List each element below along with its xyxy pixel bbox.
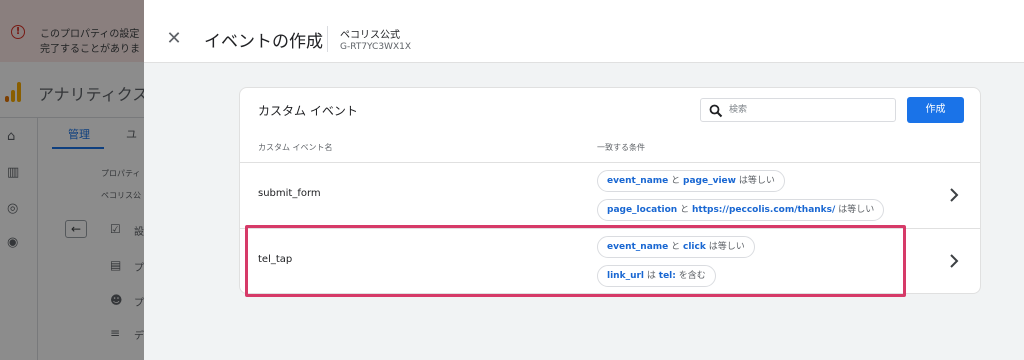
search-input[interactable] [729, 102, 889, 118]
column-header-name: カスタム イベント名 [258, 143, 333, 152]
column-header-conditions: 一致する条件 [597, 143, 645, 152]
close-icon[interactable]: ✕ [164, 29, 184, 49]
search-icon [709, 104, 723, 118]
table-row[interactable]: submit_form event_name と page_view は等しい … [240, 162, 980, 228]
condition-chip: event_name と page_view は等しい [597, 170, 785, 192]
panel-header: ✕ イベントの作成 ペコリス公式 G-RT7YC3WX1X [144, 0, 1024, 63]
highlight-box [245, 225, 906, 297]
property-id: G-RT7YC3WX1X [340, 42, 412, 52]
chevron-right-icon[interactable] [948, 187, 960, 203]
card-title: カスタム イベント [258, 104, 358, 118]
create-event-panel: ✕ イベントの作成 ペコリス公式 G-RT7YC3WX1X カスタム イベント … [144, 0, 1024, 360]
event-name: submit_form [258, 188, 321, 199]
chevron-right-icon[interactable] [948, 253, 960, 269]
header-divider [327, 26, 328, 52]
create-button[interactable]: 作成 [907, 97, 964, 123]
page-title: イベントの作成 [204, 32, 323, 52]
condition-chip: page_location と https://peccolis.com/tha… [597, 199, 885, 221]
search-box[interactable] [700, 98, 896, 122]
property-name: ペコリス公式 [340, 30, 400, 41]
